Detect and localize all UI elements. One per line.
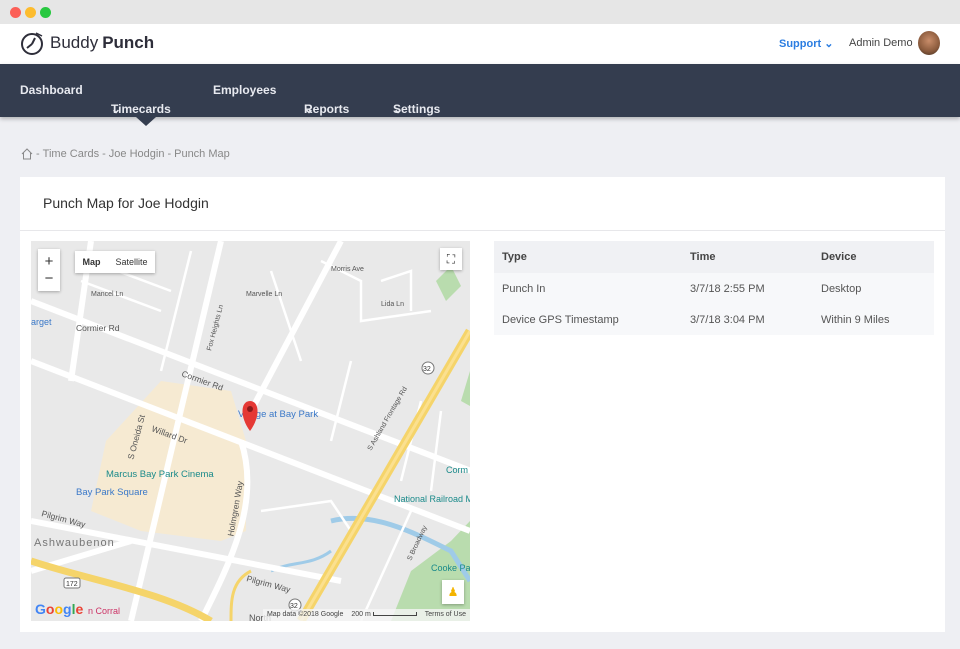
location-pin-icon[interactable]: [242, 401, 258, 431]
terms-of-use-link[interactable]: Terms of Use: [425, 611, 466, 619]
zoom-in-button[interactable]: +: [45, 253, 54, 270]
breadcrumb-current: Punch Map: [174, 148, 230, 160]
punch-table: Type Time Device Punch In 3/7/18 2:55 PM D…: [494, 241, 934, 335]
map-type-satellite[interactable]: Satellite: [115, 257, 147, 267]
stopwatch-icon: [21, 32, 43, 55]
cell-device: Desktop: [813, 273, 934, 304]
page-title: Punch Map for Joe Hodgin: [43, 195, 209, 211]
map-label: Corm: [446, 465, 468, 475]
user-menu[interactable]: Admin Demo: [849, 37, 913, 49]
close-window-button[interactable]: [10, 7, 21, 18]
map-type-map[interactable]: Map: [82, 257, 100, 267]
cell-device: Within 9 Miles: [813, 304, 934, 335]
nav-employees[interactable]: Employees: [213, 83, 276, 97]
map-label: Pilgrim Way: [245, 573, 292, 595]
main-nav: Dashboard Timecards ⌄ Employees Reports …: [0, 64, 960, 117]
map-label: Bay Park Square: [76, 487, 148, 498]
street-view-pegman-icon[interactable]: ♟: [442, 580, 464, 604]
breadcrumb-employee[interactable]: Joe Hodgin: [109, 148, 165, 160]
map-label: Mancel Ln: [91, 291, 123, 298]
fullscreen-icon[interactable]: ⛶: [440, 248, 462, 270]
avatar[interactable]: [918, 31, 940, 55]
map-type-control: Map Satellite: [75, 251, 155, 273]
map-label: National Railroad Museum: [394, 494, 470, 504]
maximize-window-button[interactable]: [40, 7, 51, 18]
nav-dashboard[interactable]: Dashboard: [20, 83, 83, 97]
chevron-down-icon: ⌄: [393, 102, 404, 116]
map-footer: Map data ©2018 Google 200 m Terms of Use: [262, 609, 470, 621]
table-header-row: Type Time Device: [494, 241, 934, 273]
support-menu[interactable]: Support ⌄: [779, 37, 833, 50]
map-label: Cormier Rd: [76, 323, 120, 333]
map-scale: 200 m: [351, 611, 417, 619]
column-header-device: Device: [813, 241, 934, 273]
zoom-out-button[interactable]: −: [45, 270, 54, 287]
cell-type: Punch In: [494, 273, 682, 304]
highway-shield: 172: [63, 577, 81, 589]
breadcrumb-time-cards[interactable]: Time Cards: [43, 148, 99, 160]
column-header-type: Type: [494, 241, 682, 273]
map-label: Cooke Pa: [431, 563, 470, 573]
column-header-time: Time: [682, 241, 813, 273]
map-label: Lida Ln: [381, 301, 404, 308]
brand-word1: Buddy: [50, 33, 99, 52]
svg-text:32: 32: [423, 366, 431, 373]
svg-text:172: 172: [66, 581, 78, 588]
map-label: Morris Ave: [331, 266, 364, 273]
table-row: Punch In 3/7/18 2:55 PM Desktop: [494, 273, 934, 304]
cell-time: 3/7/18 3:04 PM: [682, 304, 813, 335]
map-label: Marvelle Ln: [246, 291, 282, 298]
google-logo: Google: [35, 601, 84, 617]
cell-type: Device GPS Timestamp: [494, 304, 682, 335]
highway-shield: 32: [421, 361, 435, 375]
window-titlebar: [0, 0, 960, 24]
map-label: Marcus Bay Park Cinema: [106, 469, 214, 480]
punch-map-card: Punch Map for Joe Hodgin Cormier Rd Corm…: [20, 177, 945, 632]
brand-word2: Punch: [102, 33, 155, 52]
app-header: Buddy Punch Support ⌄ Admin Demo: [0, 24, 960, 64]
home-icon[interactable]: [21, 148, 33, 160]
table-row: Device GPS Timestamp 3/7/18 3:04 PM Within…: [494, 304, 934, 335]
map-label: arget: [31, 317, 52, 327]
chevron-down-icon: ⌄: [824, 38, 834, 50]
map-label: Ashwaubenon: [34, 537, 115, 549]
breadcrumb: - Time Cards - Joe Hodgin - Punch Map: [21, 148, 230, 160]
zoom-controls: + −: [38, 249, 60, 291]
chevron-down-icon: ⌄: [111, 102, 122, 116]
divider: [20, 230, 945, 231]
active-nav-indicator: [136, 117, 156, 126]
cell-time: 3/7/18 2:55 PM: [682, 273, 813, 304]
map-canvas[interactable]: Cormier Rd Cormier Rd S Oneida St Willar…: [31, 241, 470, 621]
logo[interactable]: Buddy Punch: [20, 30, 154, 56]
minimize-window-button[interactable]: [25, 7, 36, 18]
map-label: n Corral: [88, 606, 120, 616]
map-label: Fox Heights Ln: [206, 304, 225, 351]
map[interactable]: Cormier Rd Cormier Rd S Oneida St Willar…: [31, 241, 470, 621]
chevron-down-icon: ⌄: [304, 102, 315, 116]
